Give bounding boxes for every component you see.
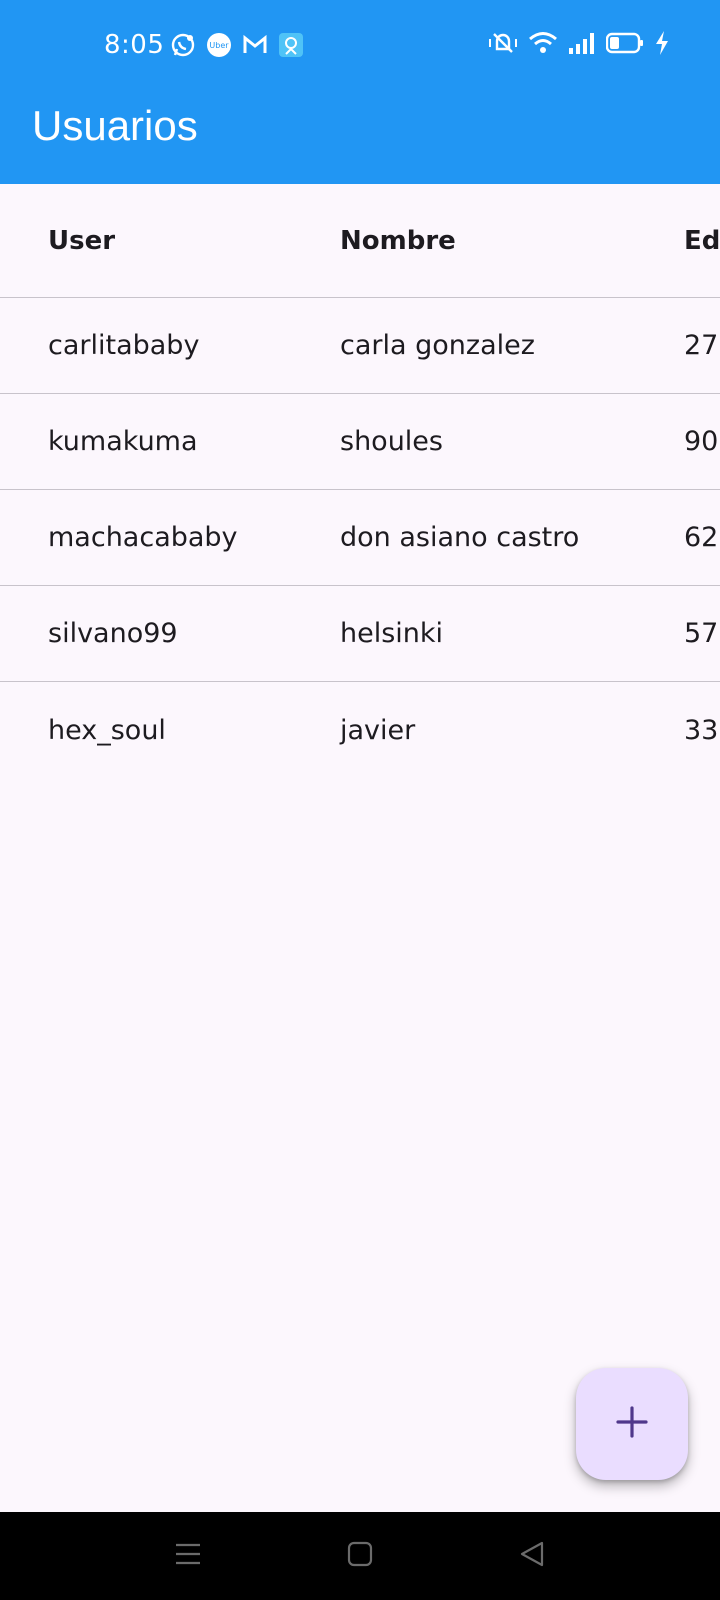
recent-apps-button[interactable] (170, 1538, 206, 1574)
add-user-button[interactable] (576, 1368, 688, 1480)
app-icon (278, 32, 304, 58)
users-table: User Nombre Eda carlitababy carla gonzal… (0, 184, 720, 778)
page-title: Usuarios (32, 102, 198, 149)
cell-edad: 33 (684, 714, 719, 746)
cell-nombre: don asiano castro (340, 522, 580, 553)
vibrate-silent-icon (488, 30, 518, 61)
wifi-icon (528, 30, 558, 61)
screen: 8:05 Uber Usuarios User Nombre Ed carlit… (0, 0, 720, 1600)
gmail-icon (242, 32, 268, 58)
column-header-user: User (48, 225, 116, 256)
column-header-nombre: Nombre (340, 225, 456, 256)
table-row[interactable]: machacababy don asiano castro 62 (0, 490, 720, 586)
cell-user: machacababy (48, 522, 238, 553)
cell-edad: 27 (684, 330, 719, 361)
home-button[interactable] (342, 1538, 378, 1574)
signal-icon (568, 30, 596, 61)
table-row[interactable]: hex_soul javier 33 (0, 682, 720, 778)
table-row[interactable]: silvano99 helsinki 57 (0, 586, 720, 682)
battery-icon (605, 30, 644, 61)
cell-user: kumakuma (48, 426, 198, 457)
cell-user: carlitababy (48, 330, 200, 361)
notification-icons: Uber (170, 30, 304, 60)
cell-user: hex_soul (48, 714, 166, 746)
cell-user: silvano99 (48, 618, 178, 649)
cell-nombre: javier (340, 714, 416, 746)
home-icon (346, 1540, 374, 1573)
plus-icon (615, 1405, 649, 1444)
back-icon (518, 1540, 546, 1573)
navigation-bar (0, 1512, 720, 1600)
cell-edad: 57 (684, 618, 719, 649)
table-header-row: User Nombre Eda (0, 184, 720, 298)
uber-icon: Uber (206, 32, 232, 58)
cell-edad: 90 (684, 426, 719, 457)
back-button[interactable] (514, 1538, 550, 1574)
table-row[interactable]: carlitababy carla gonzalez 27 (0, 298, 720, 394)
whatsapp-icon (170, 32, 196, 58)
cell-nombre: shoules (340, 426, 443, 457)
table-row[interactable]: kumakuma shoules 90 (0, 394, 720, 490)
status-bar: 8:05 Uber (0, 0, 720, 84)
column-header-edad: Eda (684, 225, 720, 256)
cell-nombre: helsinki (340, 618, 444, 649)
cell-nombre: carla gonzalez (340, 330, 535, 361)
system-icons (488, 30, 670, 60)
app-bar: Usuarios (0, 84, 720, 184)
menu-icon (174, 1540, 202, 1573)
status-time: 8:05 (104, 30, 165, 60)
charging-icon (654, 30, 670, 61)
svg-text:Uber: Uber (209, 41, 229, 50)
cell-edad: 62 (684, 522, 719, 553)
